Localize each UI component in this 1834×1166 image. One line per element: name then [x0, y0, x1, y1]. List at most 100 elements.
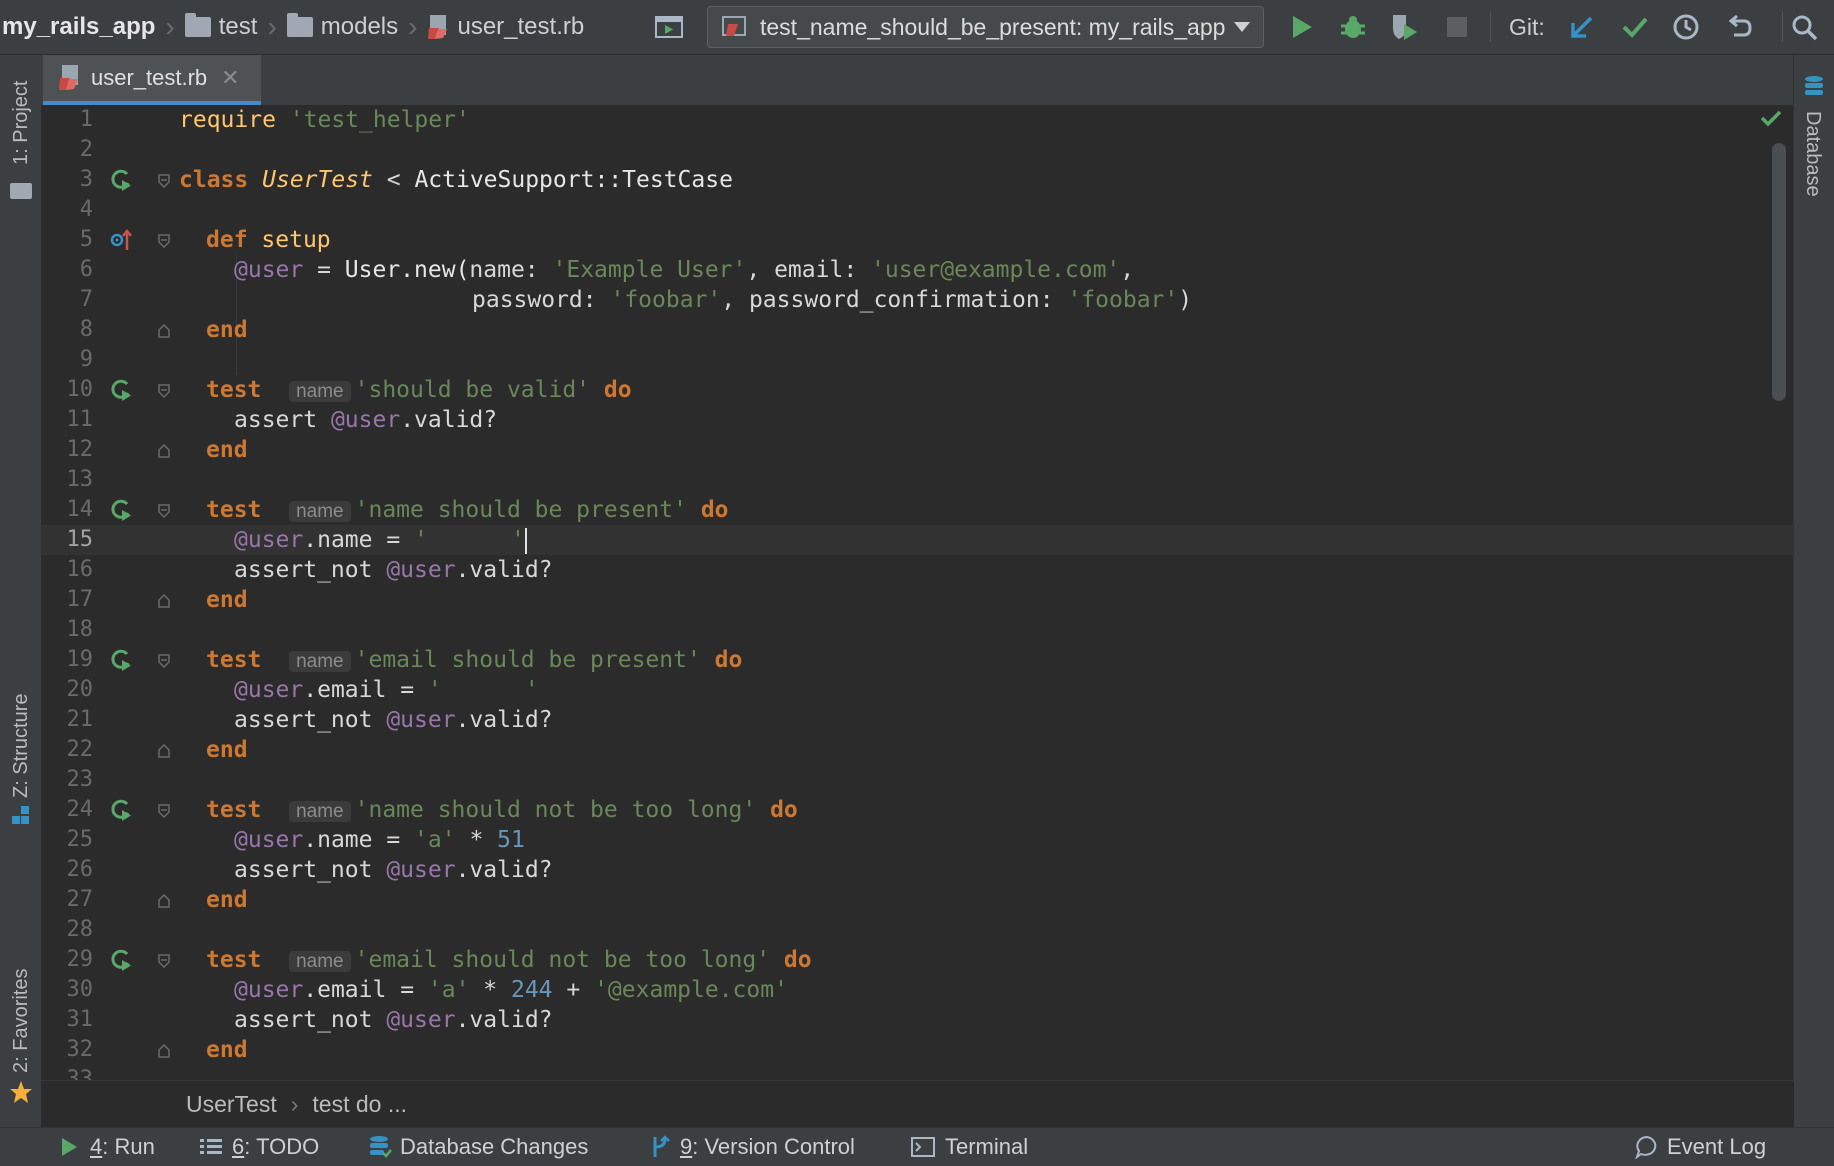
fold-icon[interactable] [158, 234, 170, 248]
bug-icon [1341, 16, 1365, 38]
fold-end-icon[interactable] [158, 324, 170, 338]
tool-window-run[interactable]: 4: Run [60, 1128, 155, 1166]
stop-button[interactable] [1440, 10, 1474, 44]
fold-end-icon[interactable] [158, 744, 170, 758]
shortcut-number: 9 [680, 1134, 693, 1159]
code-token: @user [330, 407, 401, 433]
run-test-gutter-icon[interactable] [109, 948, 133, 972]
shortcut-number: 6 [232, 1134, 245, 1159]
run-with-coverage-button[interactable] [1388, 10, 1422, 44]
fold-end-icon[interactable] [158, 444, 170, 458]
overrides-gutter-icon[interactable] [109, 228, 133, 252]
tool-window-event-log[interactable]: Event Log [1635, 1128, 1766, 1166]
fold-icon[interactable] [158, 174, 170, 188]
breadcrumb-class[interactable]: UserTest [186, 1091, 277, 1118]
branch-icon [653, 1135, 670, 1157]
code-token: = [386, 677, 428, 703]
line-number: 5 [79, 227, 93, 252]
tool-tab-database[interactable]: Database [1794, 55, 1834, 215]
code-token: password: [472, 287, 611, 313]
chevron-right-icon: › [165, 11, 175, 42]
breadcrumb-method[interactable]: test do ... [312, 1091, 407, 1118]
breadcrumb-file[interactable]: user_test.rb [427, 13, 584, 41]
code-token: name: [469, 257, 553, 283]
tool-window-version-control[interactable]: 9: Version Control [650, 1128, 855, 1166]
line-number: 6 [79, 257, 93, 282]
code-token: ' ' [427, 677, 539, 703]
fold-end-icon[interactable] [158, 594, 170, 608]
git-rollback-button[interactable] [1722, 10, 1756, 44]
run-button[interactable] [1285, 10, 1319, 44]
code-token: 'foobar' [1067, 287, 1179, 313]
code-line: 18 [41, 615, 1794, 645]
tool-window-todo[interactable]: 6: TODO [200, 1128, 319, 1166]
code-token: 'foobar' [610, 287, 722, 313]
folder-name: models [320, 13, 399, 40]
fold-icon[interactable] [158, 504, 170, 518]
tool-tab-structure[interactable]: Z: Structure [0, 625, 41, 825]
run-configuration-select[interactable]: test_name_should_be_present: my_rails_ap… [707, 6, 1264, 48]
run-test-gutter-icon[interactable] [109, 648, 133, 672]
line-number: 1 [79, 107, 93, 132]
code-token: 'test_helper' [289, 107, 470, 133]
fold-icon[interactable] [158, 954, 170, 968]
line-number: 11 [66, 407, 94, 432]
line-number: 3 [79, 167, 93, 192]
line-number: 8 [79, 317, 93, 342]
fold-icon[interactable] [158, 654, 170, 668]
breadcrumb-folder-models[interactable]: models [286, 13, 399, 41]
code-token: .name [303, 527, 373, 553]
line-number: 9 [79, 347, 93, 372]
fold-end-icon[interactable] [158, 894, 170, 908]
code-line: 28 [41, 915, 1794, 945]
git-history-button[interactable] [1669, 10, 1703, 44]
tool-window-terminal[interactable]: Terminal [911, 1128, 1028, 1166]
code-line: 8 end [41, 315, 1794, 345]
right-tool-strip: Database [1793, 55, 1834, 1127]
list-icon [200, 1139, 222, 1154]
tool-tab-favorites[interactable]: 2: Favorites [0, 935, 41, 1125]
parameter-hint: name [289, 801, 351, 822]
code-token: test [206, 947, 262, 973]
git-commit-button[interactable] [1618, 10, 1652, 44]
debug-button[interactable] [1336, 10, 1370, 44]
code-token: < [372, 167, 415, 193]
tool-tab-structure-label: Z: Structure [10, 693, 32, 798]
toolbar-divider [1490, 12, 1491, 42]
code-token: + [552, 977, 595, 1003]
run-test-gutter-icon[interactable] [109, 378, 133, 402]
line-number: 20 [66, 677, 94, 702]
tab-user-test[interactable]: user_test.rb ✕ [43, 55, 261, 105]
fold-end-icon[interactable] [158, 1044, 170, 1058]
close-icon[interactable]: ✕ [221, 65, 239, 91]
code-line: 3 class UserTest < ActiveSupport::TestCa… [41, 165, 1794, 195]
line-number: 17 [66, 587, 94, 612]
navigation-bar: my_rails_app › test › models › user_test… [0, 0, 1834, 55]
code-line: 24 test name'name should not be too long… [41, 795, 1794, 825]
code-token: ' ' [414, 527, 525, 553]
tool-tab-project[interactable]: 1: Project [0, 55, 41, 205]
tool-window-database-changes[interactable]: Database Changes [368, 1128, 588, 1166]
git-update-button[interactable] [1565, 10, 1599, 44]
tool-window-label: Event Log [1667, 1134, 1767, 1159]
run-test-gutter-icon[interactable] [109, 168, 133, 192]
chevron-down-icon [1234, 22, 1250, 32]
line-number: 26 [66, 857, 94, 882]
breadcrumb-folder-test[interactable]: test [184, 13, 257, 41]
fold-icon[interactable] [158, 804, 170, 818]
database-icon [1805, 76, 1823, 95]
code-token: 'Example User' [552, 257, 747, 283]
run-config-icon[interactable] [652, 10, 686, 44]
run-test-gutter-icon[interactable] [109, 798, 133, 822]
current-code-line: 15 @user.name = ' ' [41, 525, 1794, 555]
tool-window-label: : TODO [244, 1134, 320, 1159]
code-token: end [206, 1037, 248, 1063]
run-test-gutter-icon[interactable] [109, 498, 133, 522]
search-button[interactable] [1787, 10, 1821, 44]
breadcrumb-project[interactable]: my_rails_app [2, 13, 155, 41]
code-editor[interactable]: 1 require 'test_helper' 2 3 class UserTes… [41, 105, 1794, 1080]
code-line: 26 assert_not @user.valid? [41, 855, 1794, 885]
fold-icon[interactable] [158, 384, 170, 398]
line-number: 32 [66, 1037, 94, 1062]
code-token: 'name should be present' [354, 497, 687, 523]
